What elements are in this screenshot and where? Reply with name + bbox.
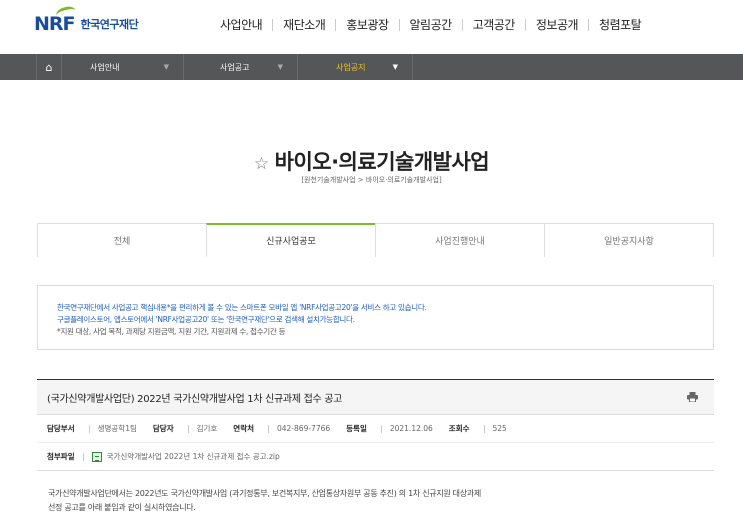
notice-line: 한국연구재단에서 사업공고 핵심내용*을 편리하게 볼 수 있는 스마트폰 모바… [57, 303, 427, 312]
chevron-down-icon: ▼ [277, 63, 283, 71]
chevron-down-icon: ▼ [163, 63, 169, 71]
logo-text: 한국연구재단 [80, 18, 139, 31]
nav-item-info[interactable]: 정보공개 [536, 16, 579, 33]
meta-key-manager: 담당자 [152, 424, 174, 433]
meta-divider [268, 424, 269, 433]
post-title-row: (국가신약개발사업단) 2022년 국가신약개발사업 1차 신규과제 접수 공고 [37, 379, 714, 415]
location-label: 사업안내 [90, 62, 120, 72]
nav-item-about[interactable]: 재단소개 [283, 16, 326, 33]
app-notice-box: 한국연구재단에서 사업공고 핵심내용*을 편리하게 볼 수 있는 스마트폰 모바… [37, 285, 714, 350]
site-header: NRF 한국연구재단 사업안내 재단소개 홍보광장 알림공간 고객공간 정보공개… [0, 0, 743, 54]
location-dropdown-announcement[interactable]: 사업공고 ▼ [184, 54, 298, 80]
home-icon[interactable]: ⌂ [36, 54, 62, 80]
nav-divider [272, 18, 274, 31]
star-outline-icon[interactable]: ☆ [254, 154, 269, 174]
meta-divider [483, 424, 485, 433]
post-title: (국가신약개발사업단) 2022년 국가신약개발사업 1차 신규과제 접수 공고 [47, 393, 343, 405]
meta-key-views: 조회수 [448, 424, 470, 433]
caret-down-icon: ▼ [392, 63, 398, 71]
print-icon[interactable] [687, 392, 698, 402]
location-label: 사업공지 [336, 62, 366, 72]
location-dropdown-business[interactable]: 사업안내 ▼ [62, 54, 184, 80]
meta-value-date: 2021.12.06 [389, 424, 433, 433]
post-body-line: 국가신약개발사업단에서는 2022년도 국가신약개발사업 (과기정통부, 보건복… [48, 489, 481, 498]
nav-item-pr[interactable]: 홍보광장 [346, 16, 389, 33]
meta-divider [187, 424, 189, 433]
attachment-label: 첨부파일 [47, 452, 75, 461]
site-logo[interactable]: NRF 한국연구재단 [34, 4, 139, 35]
meta-value-manager: 김기호 [196, 424, 218, 433]
tab-all[interactable]: 전체 [37, 223, 206, 257]
logo-mark: NRF [34, 4, 78, 35]
meta-key-department: 담당부서 [47, 424, 75, 433]
nav-item-notice[interactable]: 알림공간 [410, 16, 453, 33]
post-body-line: 선정 공고를 아래 붙임과 같이 실시하였습니다. [48, 503, 196, 512]
meta-value-department: 생명공학1팀 [97, 424, 137, 433]
nav-divider [524, 18, 526, 31]
meta-value-contact: 042-869-7766 [277, 424, 331, 433]
location-bar: ⌂ 사업안내 ▼ 사업공고 ▼ 사업공지 ▼ [0, 54, 743, 80]
meta-key-contact: 연락처 [233, 424, 254, 433]
meta-divider [380, 424, 382, 433]
nav-item-integrity[interactable]: 청렴포탈 [599, 16, 642, 33]
meta-key-date: 등록일 [346, 424, 367, 433]
page-title: ☆ 바이오·의료기술개발사업 [253, 150, 490, 174]
nav-divider [335, 18, 337, 31]
file-icon [91, 451, 102, 462]
post-body: 국가신약개발사업단에서는 2022년도 국가신약개발사업 (과기정통부, 보건복… [48, 487, 688, 515]
tab-progress-guide[interactable]: 사업진행안내 [375, 223, 544, 257]
breadcrumb: [원천기술개발사업 > 바이오·의료기술개발사업] [301, 176, 442, 184]
category-tabs: 전체 신규사업공모 사업진행안내 일반공지사항 [37, 223, 714, 257]
nav-divider [588, 18, 590, 31]
meta-divider [88, 424, 90, 433]
tab-general-notice[interactable]: 일반공지사항 [544, 223, 714, 257]
nav-item-business[interactable]: 사업안내 [220, 16, 263, 33]
post-meta: 담당부서 생명공학1팀 담당자 김기호 연락처 042-869-7766 등록일… [37, 415, 714, 443]
attachment-row: 첨부파일 국가신약개발사업 2022년 1차 신규과제 접수 공고.zip [37, 443, 714, 471]
location-label: 사업공고 [220, 62, 250, 72]
attachment-link[interactable]: 국가신약개발사업 2022년 1차 신규과제 접수 공고.zip [107, 451, 280, 462]
meta-value-views: 525 [492, 424, 507, 433]
notice-line: 구글플레이스토어, 앱스토어에서 'NRF사업공고20' 또는 '한국연구재단'… [57, 315, 355, 324]
meta-divider [82, 452, 84, 461]
main-nav: 사업안내 재단소개 홍보광장 알림공간 고객공간 정보공개 청렴포탈 [220, 16, 642, 33]
location-dropdown-notice[interactable]: 사업공지 ▼ [298, 54, 413, 80]
nav-divider [461, 18, 463, 31]
notice-footnote: *지원 대상, 사업 목적, 과제당 지원금액, 지원 기간, 지원과제 수, … [57, 327, 286, 336]
nav-item-customer[interactable]: 고객공간 [473, 16, 516, 33]
nav-divider [398, 18, 400, 31]
tab-new-program[interactable]: 신규사업공모 [206, 223, 375, 257]
